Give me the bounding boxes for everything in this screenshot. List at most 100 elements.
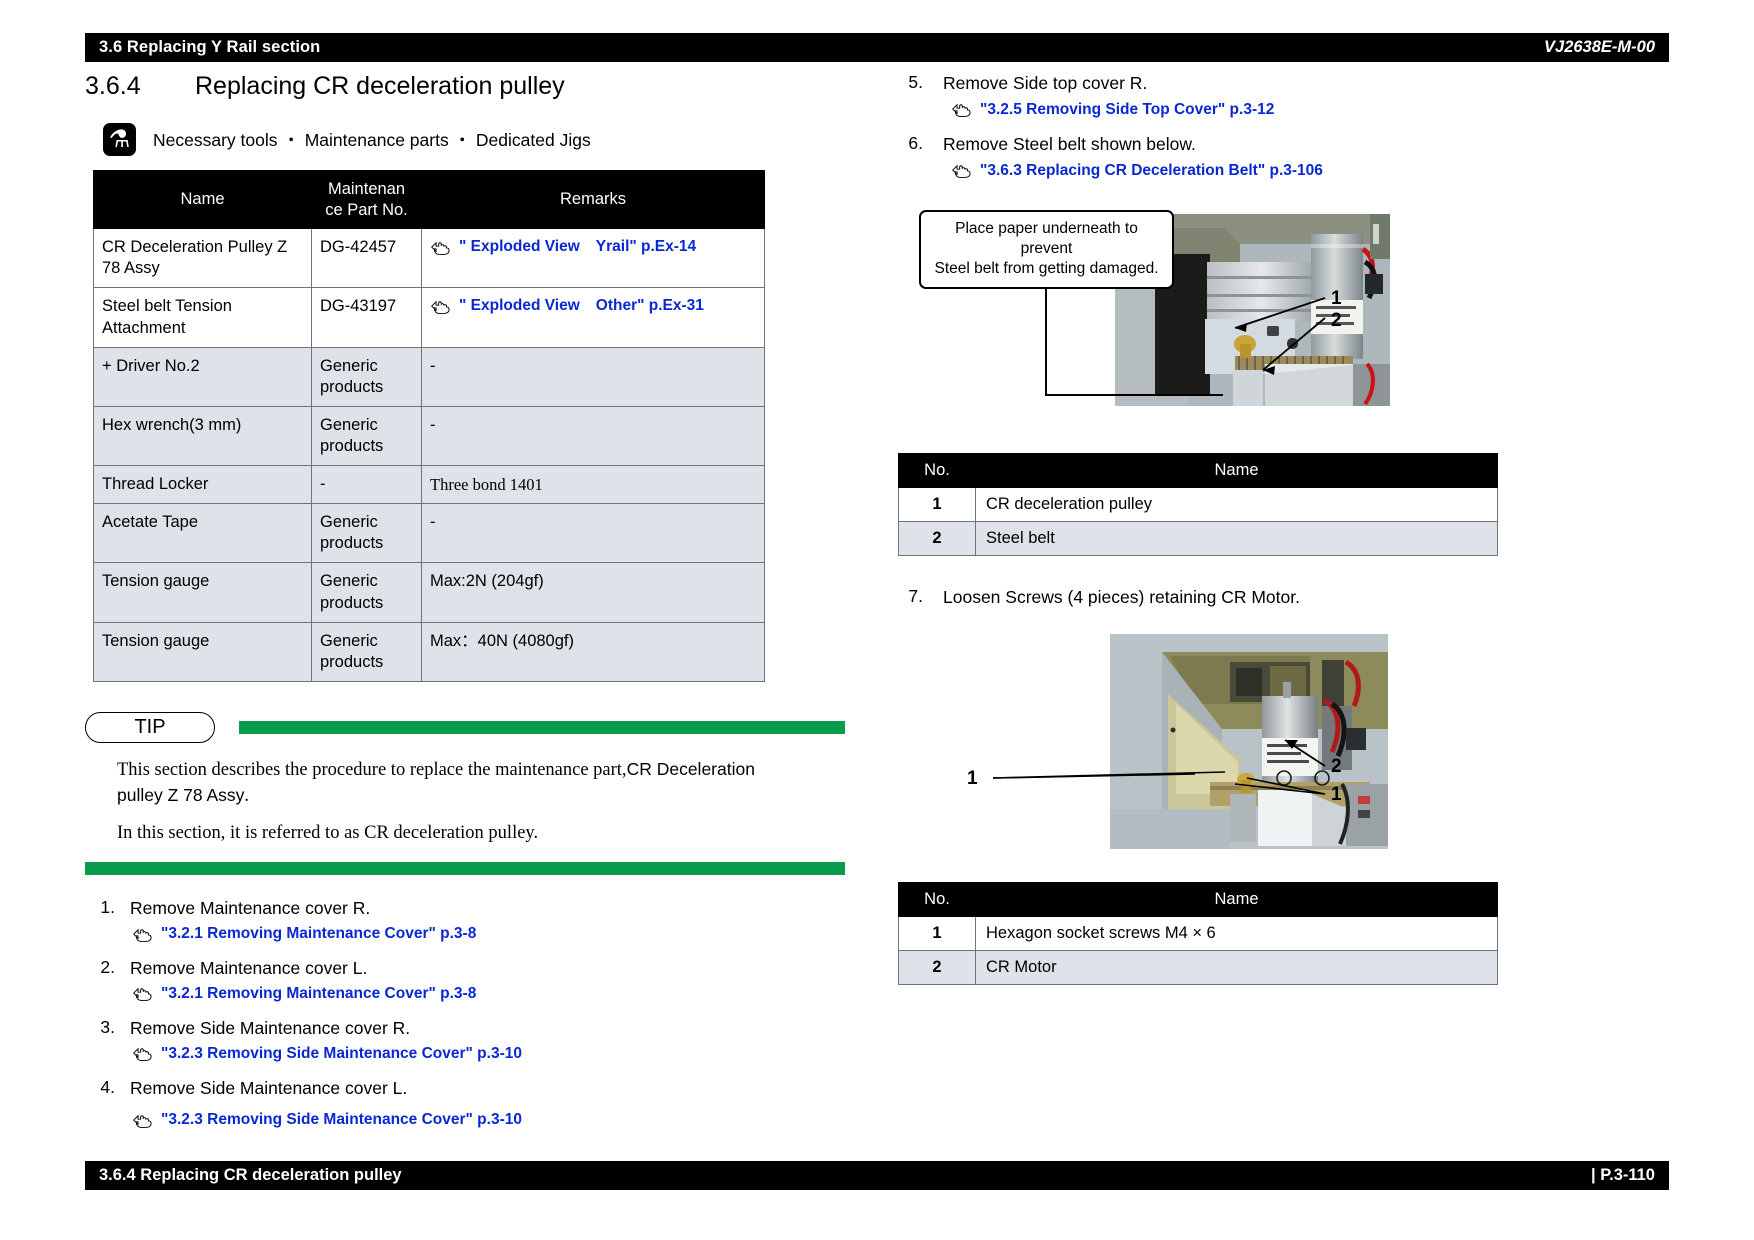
legend-name: CR deceleration pulley (975, 486, 1498, 522)
table-row: 1 CR deceleration pulley (898, 486, 1498, 522)
legend-no: 2 (898, 520, 976, 556)
exploded-view-link[interactable]: " Exploded View Other" p.Ex-31 (430, 296, 756, 316)
parts-table-header-row: Name Maintenan ce Part No. Remarks (93, 169, 765, 230)
part-name: Thread Locker (93, 465, 312, 505)
step-number: 7. (908, 585, 923, 606)
tools-heading: Necessary tools ・ Maintenance parts ・ De… (153, 130, 591, 150)
header-doc-code: VJ2638E-M-00 (1544, 38, 1655, 56)
pointing-hand-icon (951, 101, 977, 118)
link-text: "3.2.5 Removing Side Top Cover" p.3-12 (980, 100, 1275, 118)
header-section-title: 3.6 Replacing Y Rail section (99, 38, 321, 56)
pointing-hand-icon (430, 239, 456, 256)
legend-header-name: Name (975, 452, 1498, 488)
parts-header-part-no-line2: ce Part No. (325, 200, 408, 219)
legend-header-name: Name (975, 882, 1498, 918)
part-remarks: Three bond 1401 (421, 465, 765, 505)
tip-paragraph-2: In this section, it is referred to as CR… (117, 822, 539, 843)
list-item: 7. Loosen Screws (4 pieces) retaining CR… (895, 586, 1585, 609)
part-name: Tension gauge (93, 562, 312, 623)
legend-header-no: No. (898, 882, 976, 918)
figure2-marker-1-right: 1 (1331, 784, 1342, 806)
pointing-hand-icon (132, 1045, 158, 1062)
step-text: Loosen Screws (4 pieces) retaining CR Mo… (943, 586, 1300, 607)
parts-header-name: Name (93, 169, 312, 230)
callout-line-2: Steel belt from getting damaged. (934, 259, 1159, 277)
footer-page-number: | P.3-110 (1591, 1166, 1655, 1184)
cross-reference-link[interactable]: "3.2.3 Removing Side Maintenance Cover" … (132, 1111, 845, 1129)
part-number: Generic products (311, 405, 422, 467)
part-number: Generic products (311, 621, 422, 682)
list-item: 2. Remove Maintenance cover L. "3.2.1 Re… (85, 957, 845, 1003)
tip-bottom-bar (85, 862, 845, 876)
callout-foot (1045, 393, 1223, 396)
section-title: Replacing CR deceleration pulley (195, 72, 565, 100)
part-remarks: " Exploded View Yrail" p.Ex-14 (421, 228, 765, 289)
legend-no: 1 (898, 916, 976, 952)
procedure-steps-left: 1. Remove Maintenance cover R. "3.2.1 Re… (85, 897, 845, 1129)
list-item: 5. Remove Side top cover R. "3.2.5 Remov… (895, 72, 1585, 119)
figure2-legend-table: No. Name 1 Hexagon socket screws M4 × 6 … (898, 882, 1498, 986)
section-number: 3.6.4 (85, 72, 141, 100)
link-text-b: Other" p.Ex-31 (595, 297, 704, 315)
procedure-step-7: 7. Loosen Screws (4 pieces) retaining CR… (895, 586, 1585, 609)
table-row: Tension gauge Generic products Max:2N (2… (93, 562, 765, 623)
parts-header-part-no: Maintenan ce Part No. (311, 169, 422, 230)
step-text: Remove Side Maintenance cover R. (130, 1017, 411, 1038)
list-item: 4. Remove Side Maintenance cover L. "3.2… (85, 1077, 845, 1130)
figure2-marker-1-left: 1 (967, 768, 978, 790)
tip-body: This section describes the procedure to … (117, 757, 757, 847)
tip-paragraph-1-c: . (244, 786, 250, 807)
link-text-b: Yrail" p.Ex-14 (595, 238, 697, 256)
step-text: Remove Maintenance cover R. (130, 898, 371, 919)
table-row: Tension gauge Generic products Max：40N (… (93, 621, 765, 682)
cross-reference-link[interactable]: "3.2.1 Removing Maintenance Cover" p.3-8 (132, 925, 845, 943)
table-row: 2 Steel belt (898, 520, 1498, 556)
exploded-view-link[interactable]: " Exploded View Yrail" p.Ex-14 (430, 237, 756, 257)
link-text: " Exploded View Yrail" p.Ex-14 (459, 237, 696, 257)
cross-reference-link[interactable]: "3.2.5 Removing Side Top Cover" p.3-12 (951, 101, 1585, 119)
part-remarks: " Exploded View Other" p.Ex-31 (421, 287, 765, 348)
step-number: 3. (100, 1016, 115, 1037)
part-number: - (311, 465, 422, 505)
step-number: 1. (100, 897, 115, 918)
pointing-hand-icon (132, 1112, 158, 1129)
footer-section-title: 3.6.4 Replacing CR deceleration pulley (99, 1166, 402, 1184)
tip-paragraph-1: This section describes the procedure to … (117, 757, 757, 810)
page-header: 3.6 Replacing Y Rail section VJ2638E-M-0… (85, 33, 1669, 62)
link-text: "3.2.3 Removing Side Maintenance Cover" … (161, 1111, 522, 1129)
part-name: + Driver No.2 (93, 346, 312, 407)
cross-reference-link[interactable]: "3.2.1 Removing Maintenance Cover" p.3-8 (132, 985, 845, 1003)
cross-reference-link[interactable]: "3.2.3 Removing Side Maintenance Cover" … (132, 1045, 845, 1063)
pointing-hand-icon (132, 985, 158, 1002)
step-number: 6. (908, 132, 923, 153)
pointing-hand-icon (951, 162, 977, 179)
table-row: + Driver No.2 Generic products - (93, 346, 765, 407)
link-text: "3.2.3 Removing Side Maintenance Cover" … (161, 1044, 522, 1062)
cross-reference-link[interactable]: "3.6.3 Replacing CR Deceleration Belt" p… (951, 162, 1585, 180)
table-row: Hex wrench(3 mm) Generic products - (93, 405, 765, 467)
list-item: 6. Remove Steel belt shown below. "3.6.3… (895, 133, 1585, 180)
step-text: Remove Side Maintenance cover L. (130, 1077, 408, 1098)
link-text: "3.6.3 Replacing CR Deceleration Belt" p… (980, 161, 1323, 179)
table-row: Thread Locker - Three bond 1401 (93, 465, 765, 505)
callout-line-1: Place paper underneath to prevent (955, 219, 1138, 257)
part-number: DG-43197 (311, 287, 422, 348)
legend-no: 2 (898, 950, 976, 986)
part-remarks: - (421, 405, 765, 467)
step-text: Remove Side top cover R. (943, 73, 1148, 93)
tip-header-row: TIP (85, 711, 845, 743)
figure1-marker-2: 2 (1331, 309, 1342, 331)
part-name: Tension gauge (93, 621, 312, 682)
figure1-legend-table: No. Name 1 CR deceleration pulley 2 Stee… (898, 452, 1498, 556)
tip-block: TIP This section describes the procedure… (85, 711, 845, 876)
table-row: CR Deceleration Pulley Z 78 Assy DG-4245… (93, 228, 765, 289)
tip-top-bar (239, 720, 845, 734)
part-name: Steel belt Tension Attachment (93, 287, 312, 348)
tip-paragraph-1-a: This section describes the procedure to … (117, 759, 627, 780)
procedure-steps-right: 5. Remove Side top cover R. "3.2.5 Remov… (895, 72, 1585, 180)
part-number: Generic products (311, 346, 422, 407)
part-name: Acetate Tape (93, 503, 312, 564)
link-text-a: " Exploded View (459, 238, 580, 256)
part-name: CR Deceleration Pulley Z 78 Assy (93, 228, 312, 289)
wrench-screwdriver-icon: ⚗ (103, 123, 136, 156)
